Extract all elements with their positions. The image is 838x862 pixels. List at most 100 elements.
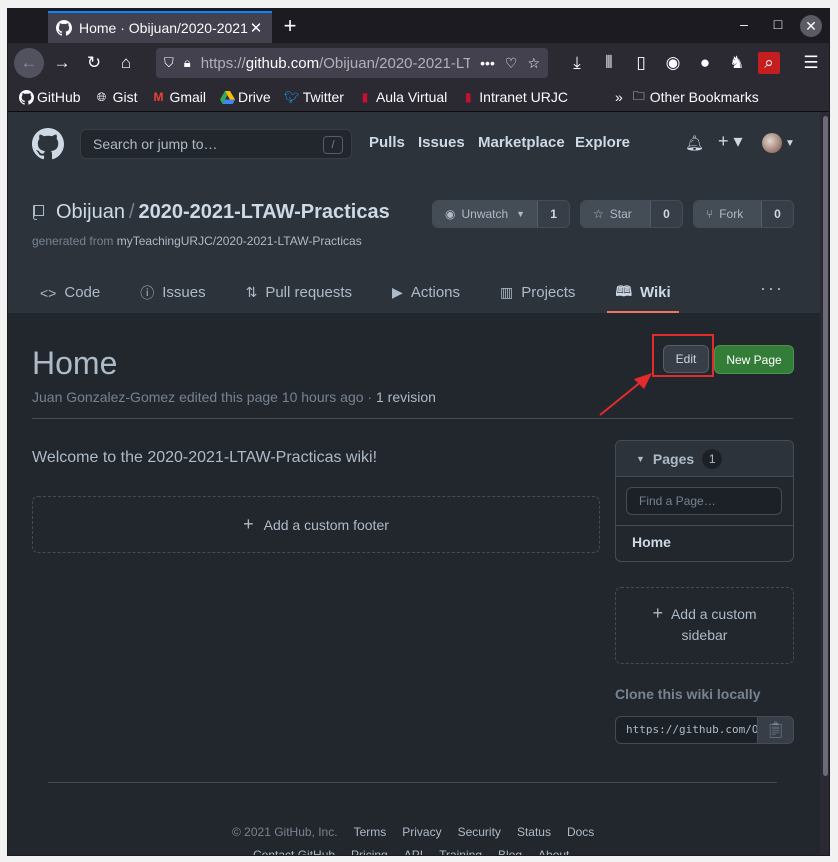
- notifications-bell-icon[interactable]: 🔔︎: [685, 134, 704, 152]
- footer-link-security[interactable]: Security: [458, 825, 501, 839]
- reload-button[interactable]: ↻: [83, 52, 105, 74]
- chevron-down-icon[interactable]: ▼: [785, 138, 795, 149]
- search-input[interactable]: Search or jump to… /: [80, 129, 352, 159]
- star-icon: ☆: [593, 207, 604, 221]
- tab-actions[interactable]: ▶ Actions: [384, 280, 468, 313]
- tab-projects[interactable]: ▥ Projects: [492, 280, 583, 313]
- github-extension-icon[interactable]: ●: [694, 52, 716, 74]
- annotation-arrow: [599, 373, 652, 416]
- tab-pull-requests[interactable]: ⇅ Pull requests: [238, 280, 360, 313]
- tab-wiki[interactable]: 🕮︎ Wiki: [607, 280, 679, 313]
- copyright: © 2021 GitHub, Inc.: [232, 825, 338, 839]
- template-repo-link[interactable]: myTeachingURJC/2020-2021-LTAW-Practicas: [117, 234, 362, 248]
- create-new-plus-icon[interactable]: + ▾: [718, 131, 743, 152]
- bookmark-github[interactable]: GitHub: [18, 89, 81, 105]
- forward-button[interactable]: →: [51, 52, 73, 74]
- other-bookmarks[interactable]: 🗀︎ Other Bookmarks: [631, 89, 759, 106]
- github-logo-icon[interactable]: [32, 128, 64, 160]
- tab-label: Code: [64, 284, 101, 301]
- watch-count[interactable]: 1: [538, 207, 569, 221]
- browser-tab[interactable]: Home · Obijuan/2020-2021-LTAW-Practicas …: [48, 11, 272, 43]
- sidebar-icon[interactable]: ▯: [630, 52, 652, 74]
- more-tabs-icon[interactable]: ···: [760, 278, 784, 299]
- clipboard-icon: 📋︎: [765, 722, 786, 739]
- page-link-home[interactable]: Home: [616, 525, 793, 558]
- url-bar[interactable]: ⛉ 🔒︎ https://github.com/Obijuan/2020-202…: [156, 48, 548, 78]
- footer-link-training[interactable]: Training: [439, 848, 482, 855]
- extension-red-icon[interactable]: ⌕: [758, 52, 780, 74]
- footer-link-blog[interactable]: Blog: [498, 848, 522, 855]
- repo-name-link[interactable]: 2020-2021-LTAW-Practicas: [139, 201, 390, 224]
- extension-icon[interactable]: ♞: [726, 52, 748, 74]
- footer-link-privacy[interactable]: Privacy: [402, 825, 441, 839]
- pocket-icon[interactable]: ♡: [505, 55, 518, 72]
- star-count[interactable]: 0: [651, 207, 682, 221]
- find-page-input[interactable]: Find a Page…: [626, 487, 782, 515]
- site-footer-row-2: Contact GitHub Pricing API Training Blog…: [253, 848, 585, 855]
- footer-link-docs[interactable]: Docs: [567, 825, 594, 839]
- url-text[interactable]: https://github.com/Obijuan/2020-2021-LTA…: [201, 55, 470, 72]
- clone-url-input[interactable]: https://github.com/Obijuan/2020-2021-LTA…: [615, 716, 758, 744]
- tab-label: Projects: [521, 284, 576, 301]
- nav-issues[interactable]: Issues: [418, 134, 465, 151]
- close-tab-icon[interactable]: ✕: [248, 19, 264, 37]
- nav-explore[interactable]: Explore: [575, 134, 630, 151]
- footer-link-status[interactable]: Status: [517, 825, 551, 839]
- downloads-icon[interactable]: ⤓: [566, 52, 588, 74]
- bookmark-star-icon[interactable]: ☆: [527, 55, 540, 72]
- footer-link-api[interactable]: API: [404, 848, 423, 855]
- home-button[interactable]: ⌂: [115, 52, 137, 74]
- tab-issues[interactable]: ⓘ Issues: [132, 280, 213, 313]
- footer-link-about[interactable]: About: [538, 848, 569, 855]
- fork-button[interactable]: ⑂ Fork 0: [693, 200, 794, 228]
- repo-owner-link[interactable]: Obijuan: [56, 201, 125, 224]
- minimize-button[interactable]: –: [734, 16, 754, 32]
- star-button[interactable]: ☆ Star 0: [580, 200, 683, 228]
- divider: [32, 418, 793, 419]
- close-window-button[interactable]: ✕: [800, 15, 822, 37]
- bookmark-gmail[interactable]: M Gmail: [150, 89, 206, 105]
- github-icon: [18, 89, 34, 105]
- page-scrollbar[interactable]: [820, 112, 829, 855]
- pull-request-icon: ⇅: [245, 284, 258, 300]
- page-actions-icon[interactable]: •••: [480, 55, 495, 71]
- lock-icon[interactable]: 🔒︎: [184, 55, 191, 71]
- footer-link-pricing[interactable]: Pricing: [351, 848, 388, 855]
- tab-code[interactable]: <> Code: [32, 280, 108, 313]
- menu-icon[interactable]: ☰: [800, 52, 822, 74]
- avatar[interactable]: [762, 133, 782, 153]
- bookmarks-overflow-icon[interactable]: »: [615, 89, 623, 105]
- bookmark-intranet-urjc[interactable]: ▮ Intranet URJC: [460, 89, 568, 105]
- nav-pulls[interactable]: Pulls: [369, 134, 405, 151]
- bookmark-label: Drive: [238, 89, 271, 105]
- gmail-icon: M: [153, 90, 164, 104]
- bookmark-aula-virtual[interactable]: ▮ Aula Virtual: [357, 89, 448, 105]
- bookmark-twitter[interactable]: 🐦︎ Twitter: [284, 89, 344, 105]
- add-custom-footer[interactable]: + Add a custom footer: [32, 496, 600, 553]
- nav-marketplace[interactable]: Marketplace: [478, 134, 565, 151]
- account-icon[interactable]: ◉: [662, 52, 684, 74]
- new-page-button[interactable]: New Page: [714, 345, 794, 374]
- fork-label: Fork: [719, 207, 744, 221]
- fork-icon: ⑂: [706, 207, 714, 221]
- maximize-button[interactable]: □: [768, 16, 788, 32]
- fork-count[interactable]: 0: [762, 207, 793, 221]
- web-page: Search or jump to… / Pulls Issues Market…: [8, 112, 820, 855]
- back-button[interactable]: ←: [14, 48, 44, 78]
- repo-title: Obijuan / 2020-2021-LTAW-Practicas: [32, 201, 390, 224]
- clipboard-copy-button[interactable]: 📋︎: [757, 716, 794, 744]
- add-custom-sidebar[interactable]: + Add a custom sidebar: [615, 587, 794, 664]
- shield-icon[interactable]: ⛉: [164, 55, 174, 71]
- bookmark-gist[interactable]: 🌐︎ Gist: [94, 89, 138, 105]
- footer-link-terms[interactable]: Terms: [354, 825, 387, 839]
- tab-label: Actions: [410, 284, 461, 301]
- pages-toggle[interactable]: ▼ Pages 1: [616, 441, 793, 477]
- unwatch-button[interactable]: ◉ Unwatch ▼ 1: [432, 200, 570, 228]
- new-tab-button[interactable]: +: [280, 13, 300, 39]
- star-label: Star: [609, 207, 632, 221]
- bookmark-drive[interactable]: Drive: [219, 89, 271, 105]
- revisions-link[interactable]: 1 revision: [376, 389, 436, 405]
- footer-link-contact[interactable]: Contact GitHub: [253, 848, 335, 855]
- scrollbar-thumb[interactable]: [823, 116, 828, 776]
- library-icon[interactable]: ⫴: [598, 52, 620, 74]
